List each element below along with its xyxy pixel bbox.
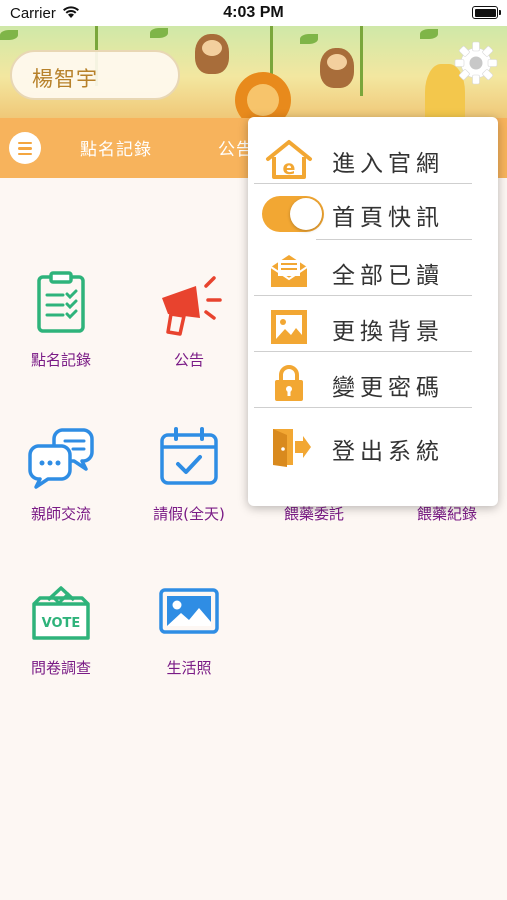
home-news-toggle[interactable] [262,196,324,232]
menu-divider [316,239,472,240]
monkey-illustration [320,48,354,88]
battery-icon [472,6,501,19]
grid-label: 餵藥委託 [283,505,344,523]
grid-label: 餵藥紀錄 [416,505,477,523]
user-name-badge: 楊智宇 [10,50,180,100]
home-e-icon: e [266,140,312,179]
padlock-icon [275,365,303,401]
menu-divider [254,295,472,296]
vote-box-icon: VOTE [32,586,90,640]
vine-decoration [270,26,273,74]
calendar-check-icon [160,427,218,485]
menu-item-home-news[interactable]: 首頁快訊 [248,185,498,241]
grid-label: 請假(全天) [153,505,225,523]
menu-item-label: 更換背景 [332,319,444,345]
clock: 4:03 PM [223,4,284,21]
tab-attendance[interactable]: 點名記錄 [80,135,152,160]
leaf-decoration [0,30,18,40]
user-name: 楊智宇 [32,67,98,91]
gear-icon[interactable] [453,40,499,86]
status-bar: Carrier 4:03 PM [0,0,507,26]
menu-item-official-site[interactable]: e 進入官網 [248,131,498,187]
leaf-decoration [300,34,318,44]
menu-item-mark-all-read[interactable]: 全部已讀 [248,243,498,299]
grid-label: 點名記錄 [30,351,91,369]
menu-divider [254,407,472,408]
grid-label: 生活照 [166,659,212,677]
logout-door-icon [273,429,311,467]
photo-icon [159,588,219,634]
monkey-illustration [195,34,229,74]
grid-label: 公告 [173,351,204,369]
clipboard-checklist-icon [37,271,85,333]
menu-item-logout[interactable]: 登出系統 [248,419,498,475]
menu-item-label: 登出系統 [332,439,444,465]
chat-bubbles-icon [28,428,94,489]
hamburger-menu-icon[interactable] [9,132,41,164]
menu-item-label: 進入官網 [332,151,444,177]
settings-dropdown-menu: e 進入官網 首頁快訊 全部已讀 更換背景 變更密碼 登出系統 [248,117,498,506]
menu-item-label: 全部已讀 [332,263,444,289]
picture-frame-icon [271,310,307,344]
menu-item-label: 變更密碼 [332,375,444,401]
lion-illustration [235,72,291,118]
header-banner: 楊智宇 [0,26,507,118]
svg-text:VOTE: VOTE [42,616,81,631]
svg-text:e: e [283,157,296,179]
open-envelope-icon [270,255,308,287]
grid-label: 問卷調查 [30,659,91,677]
megaphone-icon [162,276,222,336]
menu-item-change-password[interactable]: 變更密碼 [248,355,498,411]
menu-item-change-background[interactable]: 更換背景 [248,299,498,355]
menu-divider [254,351,472,352]
grid-label: 親師交流 [30,505,91,523]
menu-item-label: 首頁快訊 [332,205,444,231]
vine-decoration [360,26,363,96]
leaf-decoration [150,28,168,38]
menu-divider [254,183,472,184]
leaf-decoration [420,29,438,39]
